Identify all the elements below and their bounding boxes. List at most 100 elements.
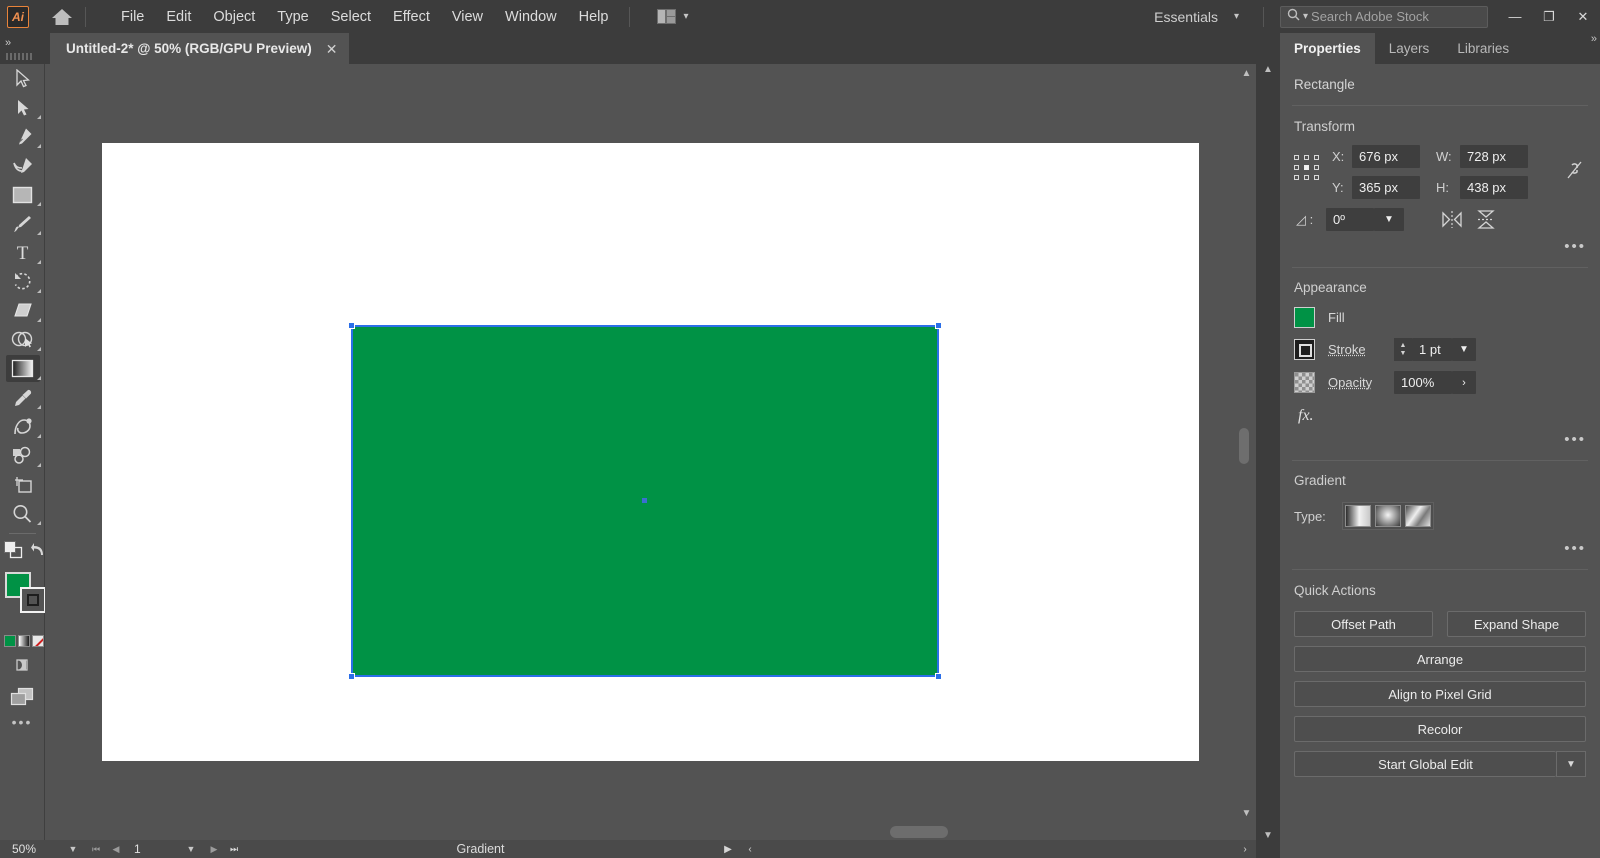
close-icon[interactable]: ✕	[326, 42, 338, 56]
menu-item-type[interactable]: Type	[266, 4, 319, 30]
stroke-dropdown-icon[interactable]: ▼	[1452, 338, 1476, 361]
arrange-button[interactable]: Arrange	[1294, 646, 1586, 672]
menu-item-file[interactable]: File	[110, 4, 155, 30]
w-input[interactable]: 728 px	[1460, 145, 1528, 168]
symbol-sprayer-tool[interactable]	[0, 441, 45, 470]
horizontal-scroll-thumb[interactable]	[890, 826, 948, 838]
scroll-down-icon[interactable]: ▼	[1237, 804, 1256, 822]
expand-panel-icon[interactable]: »	[5, 37, 11, 49]
restore-button[interactable]: ❐	[1532, 0, 1566, 33]
selection-handle-top-left[interactable]	[348, 322, 355, 329]
undo-arrow-icon[interactable]	[30, 542, 46, 562]
flip-vertical-icon[interactable]	[1474, 208, 1498, 231]
menu-item-select[interactable]: Select	[320, 4, 382, 30]
first-artboard-button[interactable]: ⏮	[86, 840, 106, 858]
rotate-tool[interactable]	[0, 267, 45, 296]
home-icon[interactable]	[49, 4, 75, 30]
none-swatch-button[interactable]	[32, 635, 44, 647]
status-left-arrow-icon[interactable]: ‹	[739, 840, 761, 858]
x-input[interactable]: 676 px	[1352, 145, 1420, 168]
align-to-pixel-grid-button[interactable]: Align to Pixel Grid	[1294, 681, 1586, 707]
previous-artboard-button[interactable]: ◀	[106, 840, 126, 858]
paintbrush-tool[interactable]	[0, 209, 45, 238]
tab-properties[interactable]: Properties	[1280, 33, 1375, 64]
chevron-up-icon[interactable]: ▲	[1256, 58, 1280, 80]
last-artboard-button[interactable]: ⏭	[224, 840, 244, 858]
flip-horizontal-icon[interactable]	[1440, 208, 1464, 231]
menu-item-edit[interactable]: Edit	[155, 4, 202, 30]
rectangle-tool[interactable]	[0, 180, 45, 209]
angle-dropdown-icon[interactable]: ▼	[1374, 208, 1404, 231]
menu-item-effect[interactable]: Effect	[382, 4, 441, 30]
tab-libraries[interactable]: Libraries	[1443, 33, 1523, 64]
zoom-tool[interactable]	[0, 499, 45, 528]
stroke-width-stepper[interactable]: ▲ ▼	[1394, 338, 1412, 361]
search-adobe-stock-input[interactable]: ▾ Search Adobe Stock	[1280, 5, 1488, 28]
fill-color-swatch[interactable]	[1294, 307, 1315, 328]
screen-mode-button[interactable]	[0, 687, 44, 706]
status-play-icon[interactable]: ▶	[717, 840, 739, 858]
chevron-down-icon[interactable]: ▼	[1256, 824, 1280, 846]
gradient-swatch-button[interactable]	[18, 635, 30, 647]
stroke-label[interactable]: Stroke	[1328, 342, 1394, 357]
stroke-swatch[interactable]	[20, 587, 46, 613]
reference-point-selector[interactable]	[1294, 155, 1320, 181]
canvas-area[interactable]	[45, 64, 1237, 822]
menu-item-window[interactable]: Window	[494, 4, 568, 30]
type-tool[interactable]: T	[0, 238, 45, 267]
freeform-gradient-icon[interactable]	[1405, 505, 1431, 527]
artboard-dropdown-icon[interactable]: ▼	[178, 840, 204, 858]
gradient-more-options[interactable]: •••	[1564, 540, 1586, 557]
arrange-documents-button[interactable]: ▾	[652, 6, 693, 27]
direct-selection-tool[interactable]	[0, 93, 45, 122]
fx-effects-icon[interactable]: fx.	[1298, 407, 1314, 424]
artboard[interactable]	[102, 143, 1199, 761]
menu-item-view[interactable]: View	[441, 4, 494, 30]
selection-handle-top-right[interactable]	[935, 322, 942, 329]
y-input[interactable]: 365 px	[1352, 176, 1420, 199]
link-dimensions-icon[interactable]	[1562, 158, 1586, 181]
opacity-expand-icon[interactable]: ›	[1452, 371, 1476, 394]
radial-gradient-icon[interactable]	[1375, 505, 1401, 527]
zoom-dropdown-icon[interactable]: ▼	[60, 840, 86, 858]
toolbar-drag-handle[interactable]	[6, 53, 33, 60]
workspace-switcher[interactable]: Essentials ▾	[1140, 9, 1253, 25]
selection-handle-bottom-left[interactable]	[348, 673, 355, 680]
close-button[interactable]: ✕	[1566, 0, 1600, 33]
eraser-tool[interactable]	[0, 296, 45, 325]
expand-shape-button[interactable]: Expand Shape	[1447, 611, 1586, 637]
selection-handle-bottom-right[interactable]	[935, 673, 942, 680]
chevron-down-icon[interactable]: ▼	[1556, 751, 1586, 777]
linear-gradient-icon[interactable]	[1345, 505, 1371, 527]
drawing-mode-button[interactable]	[0, 657, 44, 676]
toolbar-more-options[interactable]: •••	[0, 714, 44, 730]
document-tab[interactable]: Untitled-2* @ 50% (RGB/GPU Preview) ✕	[50, 33, 350, 64]
selection-tool[interactable]	[0, 64, 45, 93]
curvature-tool[interactable]	[0, 151, 45, 180]
tab-layers[interactable]: Layers	[1375, 33, 1444, 64]
zoom-level-input[interactable]: 50%	[0, 840, 60, 858]
offset-path-button[interactable]: Offset Path	[1294, 611, 1433, 637]
start-global-edit-button[interactable]: Start Global Edit	[1294, 751, 1556, 777]
transform-more-options[interactable]: •••	[1564, 238, 1586, 255]
opacity-input[interactable]: 100%	[1394, 371, 1452, 394]
menu-item-help[interactable]: Help	[568, 4, 620, 30]
artboard-tool[interactable]	[0, 470, 45, 499]
appearance-more-options[interactable]: •••	[1564, 431, 1586, 448]
pen-tool[interactable]	[0, 122, 45, 151]
stroke-width-input[interactable]: 1 pt	[1412, 338, 1452, 361]
color-swatch-button[interactable]	[4, 635, 16, 647]
artboard-number-input[interactable]: 1	[126, 840, 178, 858]
angle-input[interactable]: 0º	[1326, 208, 1374, 231]
scroll-up-icon[interactable]: ▲	[1237, 64, 1256, 82]
opacity-label[interactable]: Opacity	[1328, 375, 1394, 390]
shape-builder-tool[interactable]	[0, 325, 45, 354]
h-input[interactable]: 438 px	[1460, 176, 1528, 199]
panel-expand-right-icon[interactable]: »	[1591, 33, 1597, 45]
edit-toolbar-icon[interactable]	[4, 540, 23, 564]
eyedropper-tool[interactable]	[0, 383, 45, 412]
canvas-horizontal-scrollbar[interactable]	[45, 822, 1237, 840]
recolor-button[interactable]: Recolor	[1294, 716, 1586, 742]
fill-stroke-swatches[interactable]	[0, 569, 46, 631]
blend-tool[interactable]	[0, 412, 45, 441]
